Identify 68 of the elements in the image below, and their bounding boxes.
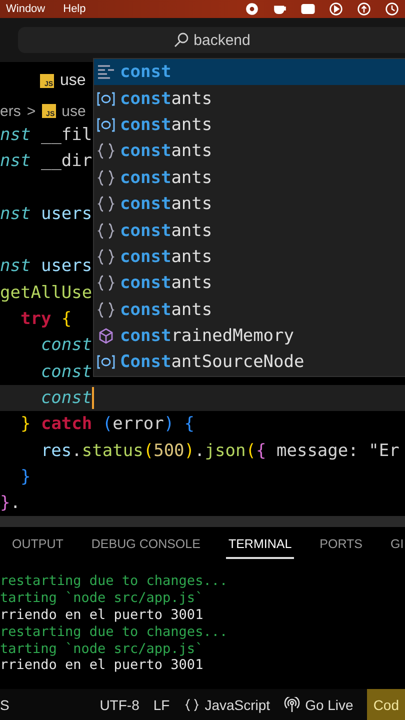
terminal-line: rriendo en el puerto 3001 xyxy=(0,607,204,624)
code-line: }. xyxy=(0,492,20,516)
terminal-line: restarting due to changes... xyxy=(0,573,228,590)
code-line: } catch (error) { xyxy=(19,413,195,436)
status-item[interactable]: LF xyxy=(153,689,170,720)
suggestion-item[interactable]: const xyxy=(94,59,405,86)
suggestion-item[interactable]: constants xyxy=(94,85,405,112)
panel-tab[interactable]: PORTS xyxy=(318,529,364,560)
variable-icon xyxy=(96,353,116,372)
upload-icon xyxy=(357,2,371,16)
braces-icon xyxy=(96,168,116,187)
terminal-line: tarting `node src/app.js` xyxy=(0,590,204,606)
suggestion-item[interactable]: constants xyxy=(94,190,405,218)
record-icon xyxy=(245,2,259,16)
code-line: nst users xyxy=(0,202,92,226)
suggestion-item[interactable]: constants xyxy=(94,296,405,323)
suggestion-item[interactable]: constants xyxy=(94,244,405,270)
breadcrumb-separator: > xyxy=(26,102,36,120)
menu-item[interactable]: Help xyxy=(63,3,86,15)
broadcast-icon xyxy=(284,697,300,714)
panel-tab[interactable]: OUTPUT xyxy=(10,529,66,560)
code-line: nst __dir xyxy=(0,150,92,174)
code-line: nst users xyxy=(0,255,92,278)
status-item[interactable]: Go Live xyxy=(284,689,354,720)
code-line: getAllUse xyxy=(0,282,92,305)
code-line: const xyxy=(40,334,92,358)
panel-tab[interactable]: DEBUG CONSOLE xyxy=(89,529,202,560)
code-line: nst __fil xyxy=(0,124,92,147)
terminal-line: tarting `node src/app.js` xyxy=(0,640,204,657)
code-line: const xyxy=(40,386,92,410)
braces-icon xyxy=(96,222,116,240)
braces-icon xyxy=(96,274,116,292)
status-item[interactable]: Cod xyxy=(367,689,405,720)
breadcrumb-item[interactable]: ers xyxy=(0,102,21,120)
variable-icon xyxy=(96,116,116,134)
code-line: res.status(500).json({ message: "Er xyxy=(40,440,400,463)
menu-item[interactable]: Window xyxy=(6,3,46,15)
braces-icon xyxy=(96,195,116,214)
panel-tab[interactable]: TERMINAL xyxy=(226,529,294,560)
status-item[interactable]: S xyxy=(0,689,10,720)
status-item[interactable]: JavaScript xyxy=(184,689,270,720)
play-icon xyxy=(329,2,343,16)
clock-icon xyxy=(385,2,399,16)
braces-icon xyxy=(96,248,116,266)
panel-tab[interactable]: GI xyxy=(388,529,405,560)
code-line: const xyxy=(40,360,92,384)
variable-icon xyxy=(96,90,116,108)
braces-icon xyxy=(96,142,116,160)
search-field[interactable]: backend xyxy=(18,27,405,53)
suggestion-item[interactable]: constants xyxy=(94,217,405,244)
suggestion-item[interactable]: ConstantSourceNode xyxy=(94,349,405,376)
suggestion-item[interactable]: constants xyxy=(94,270,405,297)
suggestion-item[interactable]: const rainedMemory xyxy=(94,322,405,350)
status-item[interactable]: UTF-8 xyxy=(100,689,140,720)
snippet-icon xyxy=(96,63,116,82)
suggestion-item[interactable]: constants xyxy=(94,112,405,138)
text-cursor xyxy=(92,387,94,410)
braces-icon xyxy=(96,300,116,319)
terminal-line: rriendo en el puerto 3001 xyxy=(0,657,204,674)
code-line: } xyxy=(19,466,31,489)
terminal-line: restarting due to changes... xyxy=(0,624,228,640)
braces-icon xyxy=(184,697,200,714)
suggestion-item[interactable]: constants xyxy=(94,138,405,165)
search-icon xyxy=(172,32,189,48)
suggestion-item[interactable]: constants xyxy=(94,164,405,191)
horizontal-scrollbar[interactable] xyxy=(0,516,405,526)
code-line: try { xyxy=(19,308,72,332)
breadcrumb-item[interactable]: use xyxy=(62,102,86,120)
